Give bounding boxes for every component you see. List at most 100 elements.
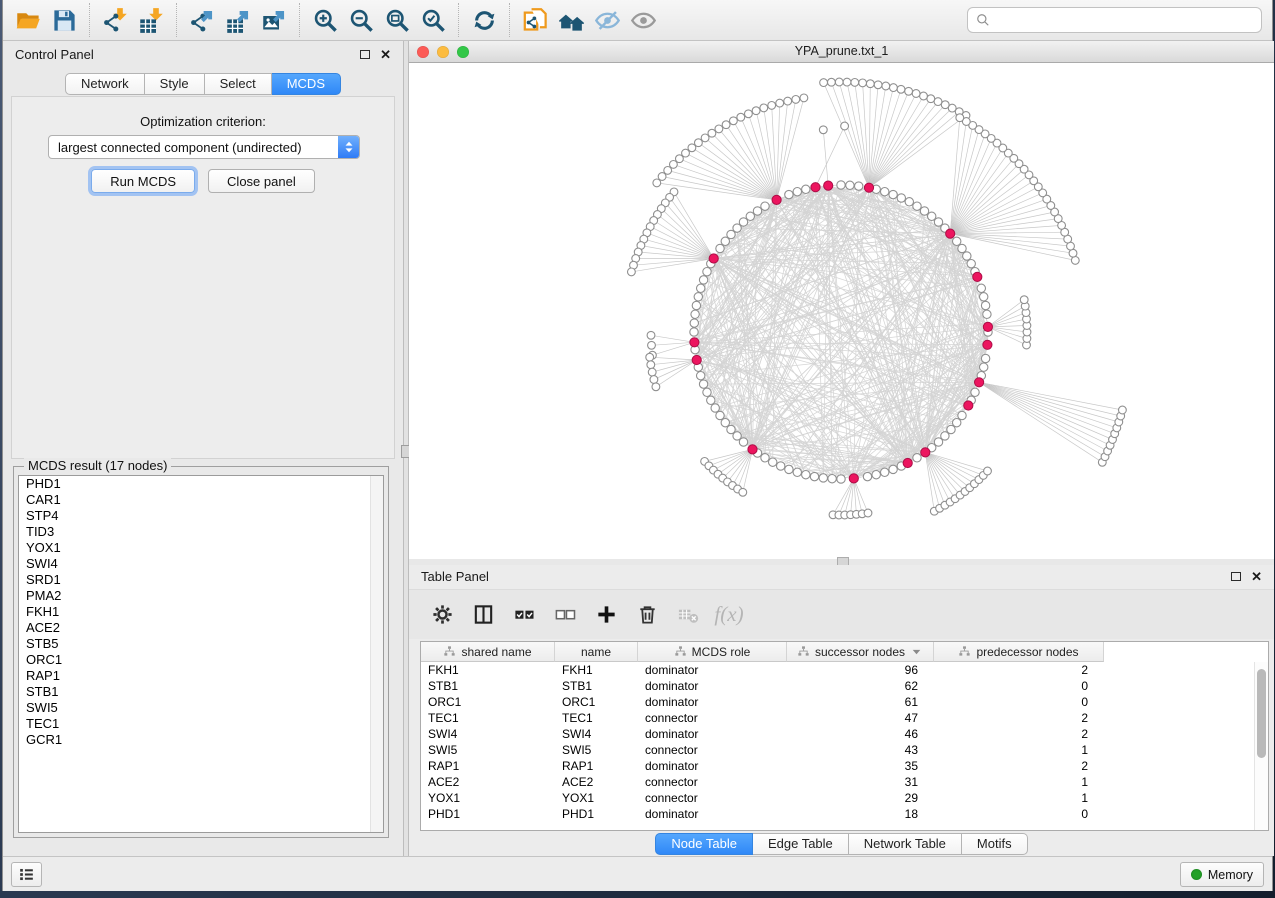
graph-node[interactable] (745, 110, 753, 118)
refresh-button[interactable] (466, 3, 502, 37)
graph-node[interactable] (963, 252, 971, 260)
deselect-all-rows-button[interactable] (548, 598, 582, 632)
table-tab-node-table[interactable]: Node Table (655, 833, 753, 855)
graph-node[interactable] (958, 244, 966, 252)
task-history-button[interactable] (11, 862, 42, 887)
graph-node[interactable] (691, 310, 699, 318)
mcds-result-item[interactable]: SWI5 (19, 700, 383, 716)
graph-node[interactable] (897, 194, 905, 202)
graph-node[interactable] (851, 79, 859, 87)
table-mode-gear-button[interactable] (425, 598, 459, 632)
graph-node[interactable] (1020, 296, 1028, 304)
save-session-button[interactable] (46, 3, 82, 37)
graph-hub-node[interactable] (692, 355, 701, 364)
table-tab-motifs[interactable]: Motifs (962, 833, 1028, 855)
graph-node[interactable] (701, 134, 709, 142)
mcds-result-item[interactable]: SWI4 (19, 556, 383, 572)
show-columns-button[interactable] (466, 598, 500, 632)
graph-hub-node[interactable] (864, 183, 873, 192)
export-network-button[interactable] (184, 3, 220, 37)
graph-node[interactable] (739, 488, 747, 496)
table-row[interactable]: ACE2ACE2connector311 (421, 774, 1104, 790)
graph-node[interactable] (837, 181, 845, 189)
run-mcds-button[interactable]: Run MCDS (91, 169, 195, 193)
graph-node[interactable] (793, 188, 801, 196)
table-scrollbar-thumb[interactable] (1257, 669, 1266, 758)
table-scrollbar[interactable] (1254, 662, 1268, 830)
graph-node[interactable] (920, 207, 928, 215)
optimization-criterion-select[interactable]: largest connected component (undirected) (48, 135, 360, 159)
tab-select[interactable]: Select (205, 73, 272, 95)
graph-node[interactable] (739, 438, 747, 446)
mcds-result-item[interactable]: FKH1 (19, 604, 383, 620)
table-row[interactable]: FKH1FKH1dominator962 (421, 662, 1104, 678)
graph-node[interactable] (653, 179, 661, 187)
graph-node[interactable] (835, 78, 843, 86)
graph-node[interactable] (841, 122, 849, 130)
graph-node[interactable] (690, 319, 698, 327)
tab-network[interactable]: Network (65, 73, 145, 95)
graph-node[interactable] (882, 82, 890, 90)
open-session-button[interactable] (10, 3, 46, 37)
graph-node[interactable] (768, 102, 776, 110)
graph-node[interactable] (699, 380, 707, 388)
mcds-result-item[interactable]: PHD1 (19, 476, 383, 492)
graph-node[interactable] (980, 363, 988, 371)
graph-node[interactable] (941, 101, 949, 109)
network-frame-titlebar[interactable]: YPA_prune.txt_1 (409, 41, 1274, 63)
graph-node[interactable] (802, 471, 810, 479)
add-column-button[interactable] (589, 598, 623, 632)
graph-node[interactable] (889, 190, 897, 198)
zoom-fit-button[interactable] (379, 3, 415, 37)
export-table-button[interactable] (220, 3, 256, 37)
graph-node[interactable] (690, 328, 698, 336)
graph-hub-node[interactable] (903, 458, 912, 467)
graph-node[interactable] (927, 95, 935, 103)
graph-node[interactable] (913, 454, 921, 462)
graph-node[interactable] (792, 96, 800, 104)
mcds-result-item[interactable]: RAP1 (19, 668, 383, 684)
graph-hub-node[interactable] (772, 195, 781, 204)
graph-hub-node[interactable] (921, 448, 930, 457)
graph-node[interactable] (866, 80, 874, 88)
export-image-button[interactable] (256, 3, 292, 37)
table-row[interactable]: SWI4SWI4dominator462 (421, 726, 1104, 742)
graph-node[interactable] (828, 475, 836, 483)
graph-node[interactable] (721, 237, 729, 245)
first-neighbors-button[interactable] (553, 3, 589, 37)
import-table-button[interactable] (133, 3, 169, 37)
graph-node[interactable] (703, 388, 711, 396)
table-row[interactable]: STB1STB1dominator620 (421, 678, 1104, 694)
graph-node[interactable] (1119, 406, 1127, 414)
mcds-result-item[interactable]: SRD1 (19, 572, 383, 588)
graph-hub-node[interactable] (709, 254, 718, 263)
graph-node[interactable] (843, 78, 851, 86)
graph-node[interactable] (695, 139, 703, 147)
column-header-predecessor-nodes[interactable]: predecessor nodes (934, 642, 1104, 662)
zoom-out-button[interactable] (343, 3, 379, 37)
graph-node[interactable] (697, 372, 705, 380)
table-row[interactable]: TEC1TEC1connector472 (421, 710, 1104, 726)
mcds-result-item[interactable]: STB1 (19, 684, 383, 700)
graph-node[interactable] (647, 361, 655, 369)
graph-hub-node[interactable] (973, 272, 982, 281)
graph-node[interactable] (752, 107, 760, 115)
table-tab-network-table[interactable]: Network Table (849, 833, 962, 855)
mcds-result-item[interactable]: ORC1 (19, 652, 383, 668)
graph-node[interactable] (716, 244, 724, 252)
mcds-result-list[interactable]: PHD1CAR1STP4TID3YOX1SWI4SRD1PMA2FKH1ACE2… (18, 475, 384, 833)
graph-node[interactable] (897, 85, 905, 93)
graph-hub-node[interactable] (946, 229, 955, 238)
memory-button[interactable]: Memory (1180, 862, 1264, 887)
mcds-result-item[interactable]: PMA2 (19, 588, 383, 604)
graph-node[interactable] (828, 78, 836, 86)
graph-node[interactable] (819, 126, 827, 134)
graph-node[interactable] (761, 454, 769, 462)
zoom-selected-button[interactable] (415, 3, 451, 37)
graph-node[interactable] (956, 114, 964, 122)
graph-node[interactable] (648, 368, 656, 376)
graph-node[interactable] (753, 207, 761, 215)
table-row[interactable]: ORC1ORC1dominator610 (421, 694, 1104, 710)
graph-node[interactable] (716, 411, 724, 419)
graph-node[interactable] (872, 471, 880, 479)
